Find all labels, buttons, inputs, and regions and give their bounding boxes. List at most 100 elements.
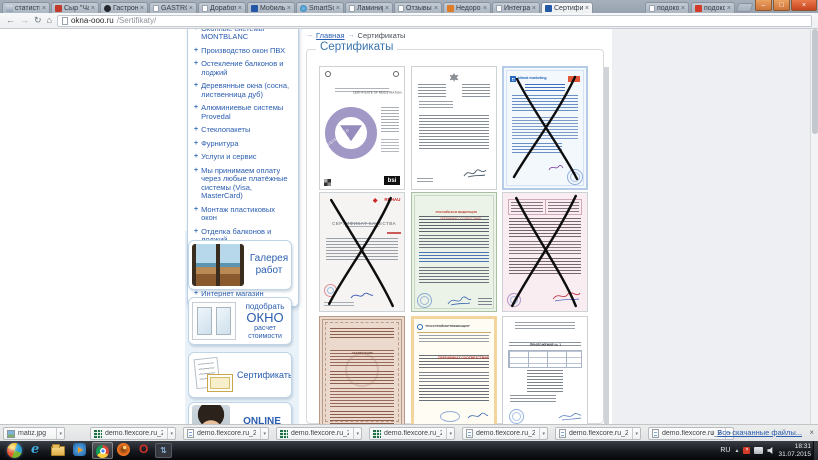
certificate-thumbnail-conformity-green[interactable]: РОССИЙСКАЯ ФЕДЕРАЦИЯ СЕРТИФИКАТ СООТВЕТС…: [411, 192, 497, 312]
chevron-down-icon[interactable]: ▾: [353, 428, 359, 439]
browser-tab[interactable]: Гастроном С×: [100, 2, 148, 13]
chevron-down-icon[interactable]: ▾: [167, 428, 173, 439]
home-icon[interactable]: ⌂: [47, 16, 52, 25]
certificate-thumbnail-kbe[interactable]: klimat marketing: [502, 66, 588, 190]
tab-close-icon[interactable]: ×: [91, 5, 95, 12]
browser-tab[interactable]: SmartSolutio×: [296, 2, 344, 13]
tab-close-icon[interactable]: ×: [483, 5, 487, 12]
download-item[interactable]: demo.flexcore.ru_2...html▾: [183, 427, 269, 440]
sidebar-item-payment[interactable]: +Мы принимаем оплату через любые платёжн…: [192, 164, 294, 203]
signature-icon: [446, 294, 472, 307]
back-icon[interactable]: ←: [6, 16, 15, 25]
tab-close-icon[interactable]: ×: [532, 5, 536, 12]
forward-icon[interactable]: →: [20, 16, 29, 25]
certificate-thumbnail-attachment[interactable]: ПРИЛОЖЕНИЕ № 1: [502, 316, 588, 424]
sidebar-item-installation[interactable]: +Монтаж пластиковых окон: [192, 203, 294, 225]
download-item[interactable]: demo.flexcore.ru_29....csv▾: [276, 427, 362, 440]
browser-tab[interactable]: Недорогие×: [443, 2, 491, 13]
address-bar[interactable]: okna-ooo.ru/Sertifikaty/: [57, 15, 812, 27]
certificate-thumbnail-pink[interactable]: [502, 192, 588, 312]
hidden-icons-arrow[interactable]: ▲: [735, 448, 740, 454]
media-player-icon[interactable]: [73, 443, 86, 456]
chevron-down-icon[interactable]: ▾: [632, 428, 638, 439]
certificate-thumbnail-letter[interactable]: [411, 66, 497, 190]
start-button[interactable]: [7, 443, 22, 458]
window-close-button[interactable]: ×: [791, 0, 817, 11]
content-scrollbar[interactable]: [604, 67, 609, 424]
language-indicator[interactable]: RU: [720, 447, 730, 454]
browser-scrollbar[interactable]: [810, 29, 818, 424]
browser-tab[interactable]: Отзывы×: [394, 2, 442, 13]
tab-close-icon[interactable]: ×: [727, 5, 731, 12]
chevron-down-icon[interactable]: ▾: [56, 428, 62, 439]
tab-close-icon[interactable]: ×: [681, 5, 685, 12]
reload-icon[interactable]: ↻: [34, 16, 42, 25]
download-item[interactable]: demo.flexcore.ru_2...html▾: [462, 427, 548, 440]
opera-icon[interactable]: O: [139, 442, 148, 456]
download-item[interactable]: demo.flexcore.ru_29....csv▾: [369, 427, 455, 440]
certificates-widget[interactable]: Сертификаты: [188, 352, 292, 398]
internet-explorer-icon[interactable]: e: [31, 442, 39, 457]
tab-close-icon[interactable]: ×: [585, 5, 589, 12]
sidebar-item-glass-units[interactable]: +Стеклопакеты: [192, 124, 294, 138]
browser-tab[interactable]: Ламинирован×: [345, 2, 393, 13]
bullet-icon: +: [194, 140, 198, 149]
browser-tab[interactable]: Доработки×: [198, 2, 246, 13]
download-item[interactable]: demo.flexcore.ru_2...html▾: [555, 427, 641, 440]
browser-tab-active[interactable]: Сертификаты×: [541, 2, 593, 13]
tab-close-icon[interactable]: ×: [42, 5, 46, 12]
browser-tab[interactable]: подоконник×: [645, 2, 689, 13]
sidebar-item-pvc-windows[interactable]: +Производство окон ПВХ: [192, 44, 294, 58]
show-all-downloads-link[interactable]: ↓ Все скачанные файлы...: [710, 428, 802, 437]
scrollbar-thumb[interactable]: [812, 29, 818, 134]
show-desktop-button[interactable]: [813, 441, 818, 460]
windows-explorer-icon[interactable]: [51, 446, 65, 456]
breadcrumb-home-link[interactable]: Главная: [316, 31, 345, 40]
certificate-thumbnail-rosstroy[interactable]: "РОССТРОЙСЕРТИФИКАЦИЯ" СЕРТИФИКАТ СООТВЕ…: [411, 316, 497, 424]
download-item[interactable]: demo.flexcore.ru_29....csv▾: [90, 427, 176, 440]
tab-close-icon[interactable]: ×: [140, 5, 144, 12]
browser-tab[interactable]: GASTRONOM×: [149, 2, 197, 13]
window-maximize-button[interactable]: □: [773, 0, 790, 11]
sidebar-item-wooden-windows[interactable]: +Деревянные окна (сосна, лиственница дуб…: [192, 80, 294, 102]
browser-tab[interactable]: Мобильный×: [247, 2, 295, 13]
bullet-icon: +: [194, 47, 198, 56]
tab-close-icon[interactable]: ×: [336, 5, 340, 12]
online-consultant-widget[interactable]: ONLINE: [188, 402, 292, 424]
gallery-widget[interactable]: Галереяработ: [188, 240, 292, 290]
certificate-thumbnail-rehau[interactable]: REHAU СЕРТИФИКАТ КАЧЕСТВА: [319, 192, 405, 312]
tab-close-icon[interactable]: ×: [434, 5, 438, 12]
sidebar-item-balcony-glazing[interactable]: +Остекление балконов и лоджий: [192, 58, 294, 80]
tab-close-icon[interactable]: ×: [189, 5, 193, 12]
tab-close-icon[interactable]: ×: [385, 5, 389, 12]
action-center-icon[interactable]: ×: [743, 447, 750, 454]
certificate-thumbnail-sanitary[interactable]: ЗАКЛЮЧЕНИЕ: [319, 316, 405, 424]
chevron-down-icon[interactable]: ▾: [539, 428, 545, 439]
window-calculator-widget[interactable]: подобрать ОКНО расчет стоимости: [188, 297, 292, 345]
network-icon[interactable]: [754, 447, 763, 454]
browser-tab[interactable]: Интеграции×: [492, 2, 540, 13]
file-transfer-icon[interactable]: ⇅: [155, 443, 172, 458]
speaker-icon[interactable]: [767, 447, 774, 454]
firefox-icon[interactable]: [117, 443, 130, 456]
window-minimize-button[interactable]: –: [755, 0, 772, 11]
chrome-taskbar-button[interactable]: [92, 442, 113, 459]
chevron-down-icon[interactable]: ▾: [446, 428, 452, 439]
browser-tab[interactable]: подоконник×: [691, 2, 735, 13]
sidebar-item-montblanc[interactable]: +Оконные системы MONTBLANC: [192, 29, 294, 44]
sidebar-item-aluminium[interactable]: +Алюминиевые системы Provedal: [192, 102, 294, 124]
browser-tab[interactable]: статистика×: [2, 2, 50, 13]
new-tab-button[interactable]: [736, 3, 754, 12]
tab-close-icon[interactable]: ×: [238, 5, 242, 12]
chevron-down-icon[interactable]: ▾: [260, 428, 266, 439]
sidebar-item-services[interactable]: +Услуги и сервис: [192, 151, 294, 165]
downloads-bar-close-icon[interactable]: ×: [809, 428, 814, 437]
page-content: +Оконные системы MONTBLANC +Производство…: [0, 29, 818, 424]
download-item[interactable]: matiz.jpg▾: [3, 427, 65, 440]
certificate-thumbnail-bsi[interactable]: CERTIFICATE OF REGISTRATION REGISTERED b…: [319, 66, 405, 190]
mark-icon: [324, 179, 331, 186]
sidebar-item-furniture[interactable]: +Фурнитура: [192, 137, 294, 151]
browser-tab[interactable]: Сыр "Чанах"×: [51, 2, 99, 13]
clock[interactable]: 18:31 31.07.2015: [778, 443, 811, 458]
tab-close-icon[interactable]: ×: [287, 5, 291, 12]
